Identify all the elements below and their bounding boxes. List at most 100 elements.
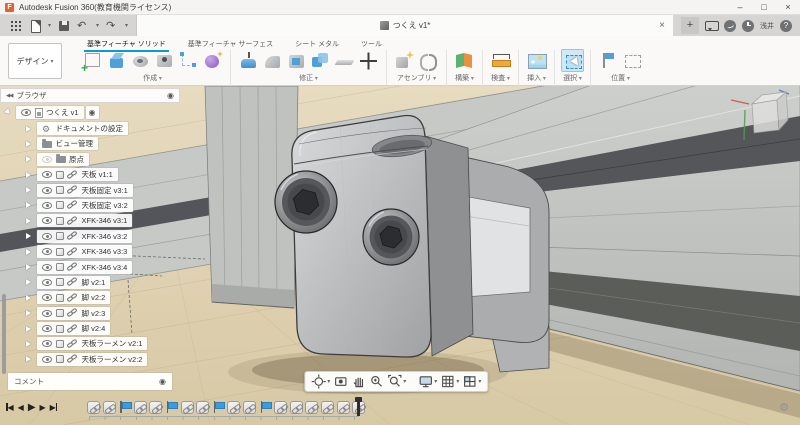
construction-plane-icon[interactable] bbox=[453, 49, 476, 72]
app-grid-icon[interactable] bbox=[10, 20, 22, 32]
insert-canvas-icon[interactable] bbox=[525, 49, 548, 72]
step-forward-button[interactable]: ▶ bbox=[40, 401, 46, 414]
expand-arrow-icon[interactable] bbox=[26, 233, 34, 240]
expand-arrow-icon[interactable] bbox=[26, 140, 34, 147]
collapse-panel-icon[interactable] bbox=[6, 93, 12, 99]
new-tab-button[interactable] bbox=[681, 17, 699, 34]
extensions-icon[interactable] bbox=[724, 19, 736, 32]
visibility-eye-icon[interactable] bbox=[42, 248, 52, 256]
timeline-item[interactable] bbox=[87, 401, 100, 414]
expand-arrow-icon[interactable] bbox=[26, 310, 34, 317]
tab-close-icon[interactable] bbox=[659, 15, 665, 36]
capture-position-icon[interactable] bbox=[597, 49, 620, 72]
activate-component-radio[interactable] bbox=[89, 107, 96, 119]
browser-row[interactable]: 脚 v2:2 bbox=[26, 291, 186, 305]
group-label-insert[interactable]: 挿入 bbox=[527, 73, 546, 83]
save-icon[interactable] bbox=[58, 20, 70, 32]
group-label-assemble[interactable]: アセンブリ bbox=[397, 73, 436, 83]
timeline-item[interactable] bbox=[118, 400, 132, 414]
visibility-eye-icon[interactable] bbox=[21, 109, 31, 116]
expand-arrow-icon[interactable] bbox=[26, 340, 34, 347]
revolve-icon[interactable] bbox=[129, 49, 152, 72]
browser-row[interactable]: XFK-346 v3:2 bbox=[26, 229, 186, 243]
visibility-eye-icon[interactable] bbox=[42, 278, 52, 286]
user-name[interactable]: 浅井 bbox=[760, 21, 774, 31]
group-label-position[interactable]: 位置 bbox=[611, 73, 630, 83]
job-status-clock-icon[interactable] bbox=[742, 19, 754, 32]
zoom-icon[interactable] bbox=[369, 374, 384, 389]
browser-row[interactable]: ビュー管理 bbox=[26, 137, 186, 151]
browser-header-radio-icon[interactable] bbox=[167, 90, 174, 102]
timeline-item[interactable] bbox=[133, 401, 147, 414]
browser-row[interactable]: ドキュメントの設定 bbox=[26, 122, 186, 135]
group-label-create[interactable]: 作成 bbox=[143, 73, 162, 83]
step-back-button[interactable]: ◀ bbox=[18, 401, 24, 414]
browser-row[interactable]: 天板固定 v3:1 bbox=[26, 183, 186, 197]
group-label-modify[interactable]: 修正 bbox=[299, 73, 318, 83]
expand-arrow-icon[interactable] bbox=[26, 217, 34, 224]
visibility-eye-icon[interactable] bbox=[42, 155, 52, 163]
browser-header[interactable]: ブラウザ bbox=[0, 88, 180, 103]
browser-scrollbar[interactable] bbox=[2, 294, 6, 374]
file-menu-icon[interactable] bbox=[29, 19, 41, 33]
derive-icon[interactable] bbox=[177, 49, 200, 72]
timeline-item[interactable] bbox=[180, 401, 194, 414]
timeline-item[interactable] bbox=[274, 401, 288, 414]
visibility-eye-icon[interactable] bbox=[42, 325, 52, 333]
timeline-item[interactable] bbox=[149, 401, 163, 414]
grid-settings-icon[interactable]: ▾ bbox=[440, 374, 459, 389]
visibility-eye-icon[interactable] bbox=[42, 340, 52, 348]
group-label-inspect[interactable]: 検査 bbox=[491, 73, 510, 83]
expand-arrow-icon[interactable] bbox=[26, 264, 34, 271]
fit-icon[interactable]: ▾ bbox=[387, 374, 406, 389]
browser-row[interactable]: XFK-346 v3:1 bbox=[26, 214, 186, 228]
pan-icon[interactable] bbox=[351, 374, 366, 389]
new-component-icon[interactable] bbox=[393, 49, 416, 72]
browser-row[interactable]: 天板ラーメン v2:2 bbox=[26, 352, 186, 366]
orbit-icon[interactable]: ▾ bbox=[311, 374, 330, 389]
visibility-eye-icon[interactable] bbox=[42, 355, 52, 363]
browser-row[interactable]: XFK-346 v3:4 bbox=[26, 260, 186, 274]
expand-arrow-icon[interactable] bbox=[26, 125, 34, 132]
timeline-item[interactable] bbox=[242, 401, 256, 414]
undo-caret-icon[interactable]: ▾ bbox=[96, 20, 99, 32]
workspace-selector[interactable]: デザイン bbox=[8, 43, 62, 79]
go-to-start-button[interactable]: ◀ bbox=[6, 401, 14, 414]
redo-caret-icon[interactable]: ▾ bbox=[125, 20, 128, 32]
browser-row[interactable]: 天板ラーメン v2:1 bbox=[26, 337, 186, 351]
expand-arrow-icon[interactable] bbox=[26, 248, 34, 255]
expand-arrow-icon[interactable] bbox=[26, 202, 34, 209]
visibility-eye-icon[interactable] bbox=[42, 263, 52, 271]
measure-icon[interactable] bbox=[489, 49, 512, 72]
visibility-eye-icon[interactable] bbox=[42, 232, 52, 240]
expand-arrow-icon[interactable] bbox=[26, 187, 34, 194]
expand-arrow-icon[interactable] bbox=[26, 156, 34, 163]
create-form-icon[interactable] bbox=[201, 49, 224, 72]
timeline-item[interactable] bbox=[102, 401, 116, 414]
undo-icon[interactable] bbox=[77, 19, 89, 32]
redo-icon[interactable] bbox=[106, 19, 118, 32]
visibility-eye-icon[interactable] bbox=[42, 294, 52, 302]
visibility-eye-icon[interactable] bbox=[42, 309, 52, 317]
comment-radio-icon[interactable] bbox=[159, 376, 166, 388]
group-label-select[interactable]: 選択 bbox=[563, 73, 582, 83]
timeline-item[interactable] bbox=[305, 401, 319, 414]
expand-arrow-icon[interactable] bbox=[26, 325, 34, 332]
document-tab[interactable]: つくえ v1* bbox=[136, 15, 673, 36]
expand-arrow-icon[interactable] bbox=[26, 279, 34, 286]
fillet-icon[interactable] bbox=[261, 49, 284, 72]
visibility-eye-icon[interactable] bbox=[42, 171, 52, 179]
visibility-eye-icon[interactable] bbox=[42, 201, 52, 209]
browser-row[interactable]: 脚 v2:3 bbox=[26, 306, 186, 320]
joint-icon[interactable] bbox=[417, 49, 440, 72]
move-copy-icon[interactable] bbox=[357, 49, 380, 72]
job-status-gear-icon[interactable] bbox=[779, 402, 789, 414]
comment-bubble-icon[interactable] bbox=[705, 20, 719, 32]
visibility-eye-icon[interactable] bbox=[42, 186, 52, 194]
browser-row[interactable]: 脚 v2:1 bbox=[26, 275, 186, 289]
browser-row[interactable]: XFK-346 v3:3 bbox=[26, 245, 186, 259]
minimize-button[interactable]: – bbox=[728, 0, 752, 15]
revert-position-icon[interactable] bbox=[621, 49, 644, 72]
timeline-item[interactable] bbox=[212, 400, 226, 414]
timeline-item[interactable] bbox=[165, 400, 179, 414]
